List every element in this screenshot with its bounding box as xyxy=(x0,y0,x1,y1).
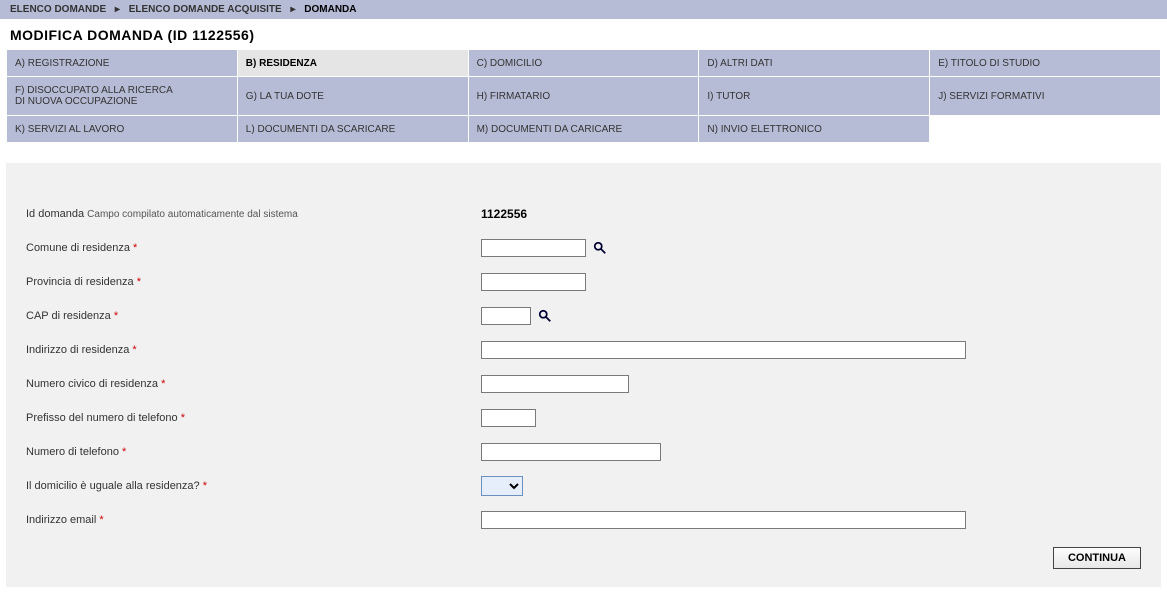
label-telefono: Numero di telefono * xyxy=(26,446,481,458)
tab-titolo-studio[interactable]: E) TITOLO DI STUDIO xyxy=(930,50,1160,76)
tab-firmatario[interactable]: H) FIRMATARIO xyxy=(469,77,699,115)
label-comune: Comune di residenza * xyxy=(26,242,481,254)
tab-documenti-scaricare[interactable]: L) DOCUMENTI DA SCARICARE xyxy=(238,116,468,142)
tab-altri-dati[interactable]: D) ALTRI DATI xyxy=(699,50,929,76)
label-prefisso: Prefisso del numero di telefono * xyxy=(26,412,481,424)
tab-servizi-lavoro[interactable]: K) SERVIZI AL LAVORO xyxy=(7,116,237,142)
tab-disoccupato[interactable]: F) DISOCCUPATO ALLA RICERCA DI NUOVA OCC… xyxy=(7,77,237,115)
label-domicilio-uguale: Il domicilio è uguale alla residenza? * xyxy=(26,480,481,492)
tab-empty xyxy=(930,116,1160,142)
page-title: MODIFICA DOMANDA (ID 1122556) xyxy=(0,19,1167,49)
tab-grid: A) REGISTRAZIONE B) RESIDENZA C) DOMICIL… xyxy=(6,49,1161,143)
tab-registrazione[interactable]: A) REGISTRAZIONE xyxy=(7,50,237,76)
tab-residenza[interactable]: B) RESIDENZA xyxy=(238,50,468,76)
breadcrumb-elenco-domande[interactable]: ELENCO DOMANDE xyxy=(10,4,106,15)
input-cap[interactable] xyxy=(481,307,531,325)
breadcrumb: ELENCO DOMANDE ▸ ELENCO DOMANDE ACQUISIT… xyxy=(0,0,1167,19)
form-residenza: Id domanda Campo compilato automaticamen… xyxy=(6,163,1161,587)
value-id-domanda: 1122556 xyxy=(481,207,527,221)
label-email: Indirizzo email * xyxy=(26,514,481,526)
tab-invio-elettronico[interactable]: N) INVIO ELETTRONICO xyxy=(699,116,929,142)
input-prefisso[interactable] xyxy=(481,409,536,427)
input-email[interactable] xyxy=(481,511,966,529)
label-numero-civico: Numero civico di residenza * xyxy=(26,378,481,390)
breadcrumb-current: DOMANDA xyxy=(304,4,356,15)
label-indirizzo: Indirizzo di residenza * xyxy=(26,344,481,356)
breadcrumb-sep: ▸ xyxy=(290,4,295,15)
label-id-domanda: Id domanda Campo compilato automaticamen… xyxy=(26,208,481,220)
input-provincia[interactable] xyxy=(481,273,586,291)
tab-servizi-formativi[interactable]: J) SERVIZI FORMATIVI xyxy=(930,77,1160,115)
input-comune[interactable] xyxy=(481,239,586,257)
label-cap: CAP di residenza * xyxy=(26,310,481,322)
continua-button[interactable]: CONTINUA xyxy=(1053,547,1141,569)
label-provincia: Provincia di residenza * xyxy=(26,276,481,288)
breadcrumb-elenco-domande-acquisite[interactable]: ELENCO DOMANDE ACQUISITE xyxy=(129,4,282,15)
select-domicilio-uguale[interactable] xyxy=(481,476,523,496)
breadcrumb-sep: ▸ xyxy=(115,4,120,15)
input-numero-civico[interactable] xyxy=(481,375,629,393)
tab-tua-dote[interactable]: G) LA TUA DOTE xyxy=(238,77,468,115)
input-telefono[interactable] xyxy=(481,443,661,461)
tab-documenti-caricare[interactable]: M) DOCUMENTI DA CARICARE xyxy=(469,116,699,142)
input-indirizzo[interactable] xyxy=(481,341,966,359)
tab-domicilio[interactable]: C) DOMICILIO xyxy=(469,50,699,76)
search-icon[interactable] xyxy=(593,241,607,255)
tab-tutor[interactable]: I) TUTOR xyxy=(699,77,929,115)
search-icon[interactable] xyxy=(538,309,552,323)
